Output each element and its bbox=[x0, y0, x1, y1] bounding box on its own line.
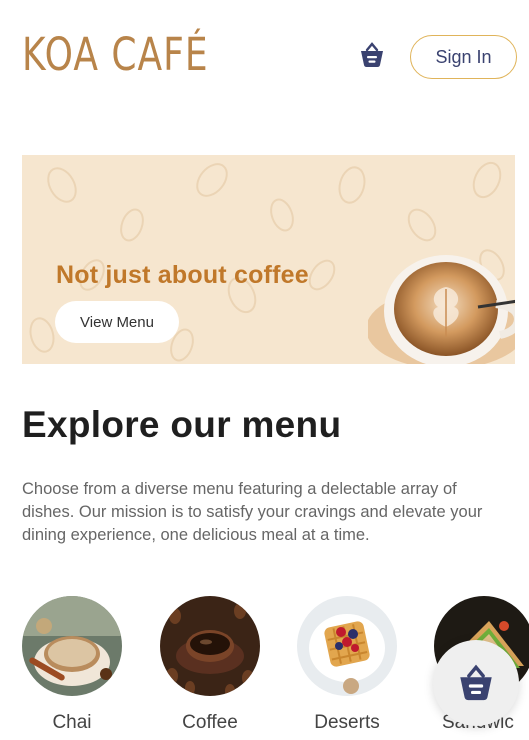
category-deserts[interactable]: Deserts bbox=[296, 596, 398, 734]
category-label: Deserts bbox=[314, 712, 380, 733]
deserts-image bbox=[297, 596, 397, 696]
basket-icon bbox=[361, 42, 383, 67]
floating-cart-button[interactable] bbox=[433, 640, 519, 726]
koa-cafe-logo[interactable]: KOA CAFÉ bbox=[22, 22, 208, 84]
category-label: Coffee bbox=[182, 712, 238, 733]
sign-in-button[interactable]: Sign In bbox=[410, 35, 517, 79]
explore-description: Choose from a diverse menu featuring a d… bbox=[22, 480, 483, 544]
site-header: KOA CAFÉ Sign In bbox=[0, 0, 529, 110]
category-label: Chai bbox=[52, 712, 92, 733]
hero-title: Not just about coffee bbox=[56, 261, 309, 289]
category-coffee[interactable]: Coffee bbox=[159, 596, 261, 734]
hero-banner: Not just about coffee View Menu bbox=[22, 155, 515, 364]
basket-icon bbox=[460, 664, 492, 701]
view-menu-button[interactable]: View Menu bbox=[55, 301, 179, 343]
logo-text: KOA CAFÉ bbox=[22, 30, 209, 82]
coffee-image bbox=[160, 596, 260, 696]
chai-image bbox=[22, 596, 122, 696]
coffee-cup-image bbox=[368, 255, 515, 364]
explore-title: Explore our menu bbox=[22, 404, 342, 445]
category-chai[interactable]: Chai bbox=[21, 596, 123, 734]
cart-button[interactable] bbox=[355, 38, 389, 72]
